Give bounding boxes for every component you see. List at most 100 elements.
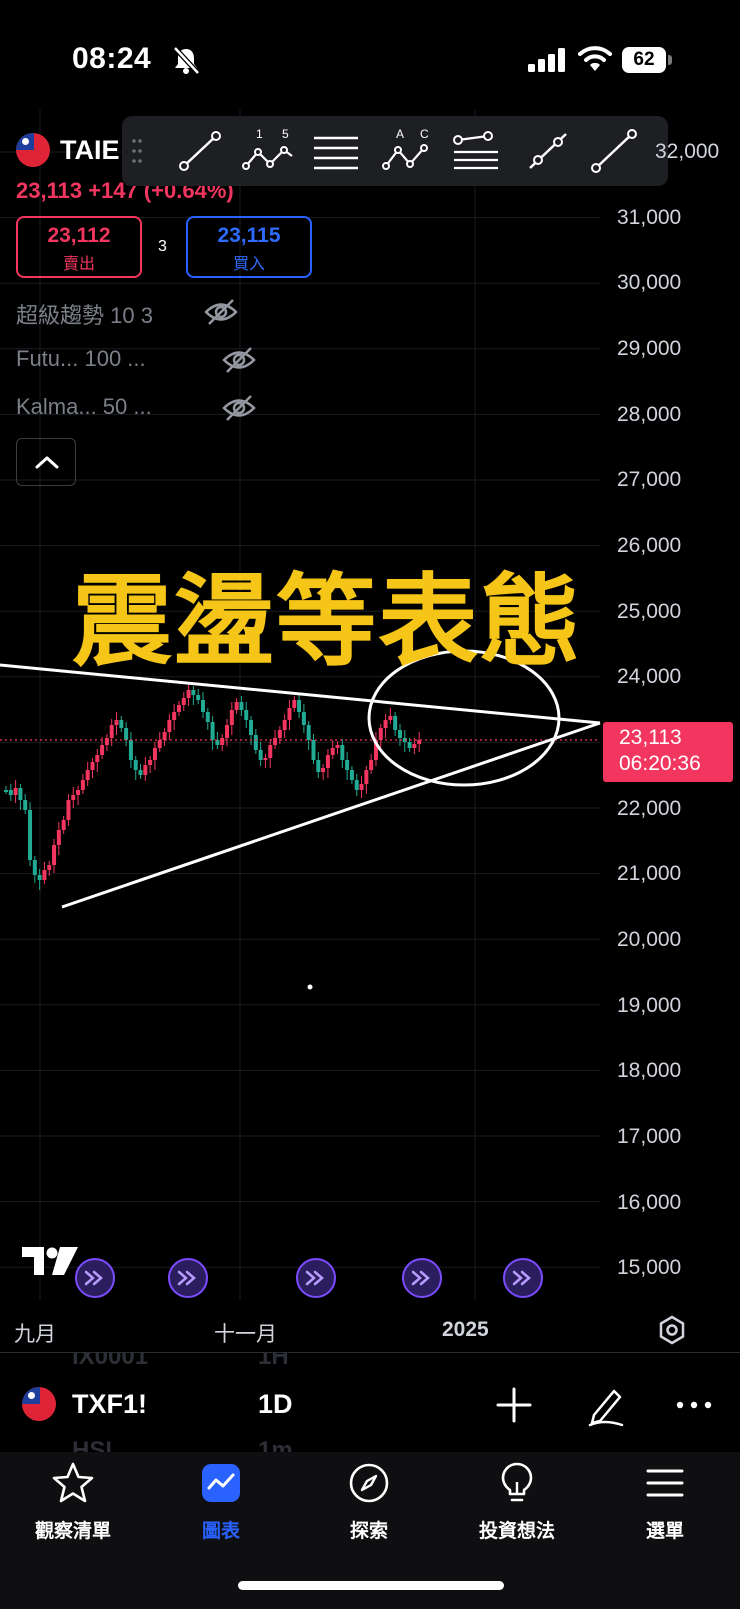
tradingview-logo-icon[interactable] bbox=[22, 1243, 78, 1277]
candle-body bbox=[28, 810, 33, 860]
svg-text:A: A bbox=[396, 127, 404, 141]
fib-retracement-icon[interactable] bbox=[448, 126, 504, 176]
eye-hidden-icon[interactable] bbox=[222, 394, 256, 422]
taiwan-flag-icon bbox=[22, 1387, 56, 1421]
candle-body bbox=[273, 738, 278, 745]
collapse-legend-button[interactable] bbox=[16, 438, 76, 486]
indicator-futu[interactable]: Futu... 100 ... bbox=[16, 346, 146, 372]
candle-body bbox=[56, 830, 61, 845]
sell-label: 賣出 bbox=[62, 256, 95, 273]
xabcd-pattern-icon[interactable]: 1 5 bbox=[240, 126, 296, 176]
economic-event-icon[interactable] bbox=[503, 1258, 543, 1298]
candle-body bbox=[345, 760, 350, 770]
candle-body bbox=[90, 762, 95, 770]
candle-body bbox=[306, 725, 311, 740]
tab-menu[interactable]: 選單 bbox=[605, 1460, 725, 1543]
eye-hidden-icon[interactable] bbox=[222, 346, 256, 374]
add-plus-icon[interactable] bbox=[492, 1383, 536, 1427]
economic-event-icon[interactable] bbox=[402, 1258, 442, 1298]
more-options-icon[interactable] bbox=[672, 1383, 716, 1427]
parallel-channel-icon[interactable] bbox=[308, 126, 364, 176]
ray-icon[interactable] bbox=[520, 126, 576, 176]
candle-body bbox=[162, 732, 167, 740]
symbol-header[interactable]: TAIE bbox=[16, 130, 120, 170]
candle-body bbox=[23, 800, 28, 810]
sell-button[interactable]: 23,112 賣出 bbox=[16, 216, 142, 278]
svg-text:1: 1 bbox=[256, 127, 263, 141]
candle-body bbox=[393, 716, 398, 730]
ghost-symbol-below: HSI bbox=[72, 1437, 113, 1452]
tab-watchlist[interactable]: 觀察清單 bbox=[13, 1460, 133, 1543]
sell-price: 23,112 bbox=[47, 224, 111, 247]
candle-body bbox=[18, 788, 23, 800]
candle-body bbox=[191, 690, 196, 695]
drag-handle-icon[interactable] bbox=[132, 138, 142, 164]
trend-line-icon[interactable] bbox=[172, 126, 228, 176]
candle-body bbox=[388, 716, 393, 720]
candle-body bbox=[71, 795, 76, 800]
eye-hidden-icon[interactable] bbox=[204, 298, 238, 326]
wifi-icon bbox=[578, 46, 612, 71]
candle-body bbox=[321, 768, 326, 772]
symbol-selector[interactable]: TXF1! bbox=[72, 1389, 147, 1420]
economic-event-icon[interactable] bbox=[75, 1258, 115, 1298]
candle-body bbox=[66, 800, 71, 820]
candle-body bbox=[325, 755, 330, 768]
drawing-toolbar: 1 5 A C bbox=[122, 116, 668, 186]
candle-body bbox=[292, 700, 297, 708]
candle-body bbox=[311, 740, 316, 760]
fast-forward-icon bbox=[411, 1270, 430, 1286]
candle-body bbox=[249, 720, 254, 735]
bar-countdown: 06:20:36 bbox=[619, 752, 701, 775]
abcd-pattern-icon[interactable]: A C bbox=[378, 126, 434, 176]
candle-body bbox=[369, 760, 374, 770]
ghost-interval-above: 1H bbox=[258, 1352, 289, 1370]
stray-dot bbox=[307, 984, 313, 990]
candle-body bbox=[220, 738, 225, 745]
candle-body bbox=[282, 720, 287, 730]
candle-body bbox=[277, 730, 282, 738]
symbol-bar: IX0001 1H HSI 1m TXF1! 1D bbox=[0, 1352, 740, 1452]
bell-muted-icon bbox=[173, 46, 200, 75]
candle-body bbox=[128, 740, 133, 760]
candle-body bbox=[229, 710, 234, 725]
spread-value: 3 bbox=[158, 238, 167, 255]
compass-icon bbox=[349, 1463, 389, 1503]
tab-label: 探索 bbox=[349, 1521, 388, 1542]
chevron-up-icon bbox=[35, 456, 59, 469]
fast-forward-icon bbox=[512, 1270, 531, 1286]
svg-text:5: 5 bbox=[282, 127, 289, 141]
settings-hexagon-icon[interactable] bbox=[656, 1314, 688, 1346]
drawing-pen-icon[interactable] bbox=[584, 1383, 628, 1427]
economic-event-icon[interactable] bbox=[168, 1258, 208, 1298]
candle-body bbox=[397, 730, 402, 738]
candle-body bbox=[412, 744, 417, 748]
candle-body bbox=[104, 738, 109, 745]
candle-body bbox=[258, 750, 263, 760]
price-axis-label: 28,000 bbox=[617, 403, 682, 426]
candle-body bbox=[42, 870, 47, 880]
extended-line-icon[interactable] bbox=[586, 126, 642, 176]
price-axis-label: 21,000 bbox=[617, 862, 682, 885]
battery-indicator: 62 bbox=[622, 47, 666, 73]
indicator-supertrend[interactable]: 超級趨勢 10 3 bbox=[16, 298, 153, 330]
tab-explore[interactable]: 探索 bbox=[309, 1460, 429, 1543]
tab-ideas[interactable]: 投資想法 bbox=[457, 1460, 577, 1543]
candle-body bbox=[205, 712, 210, 722]
current-price-tag: 23,113 06:20:36 bbox=[603, 722, 733, 782]
signal-icon bbox=[528, 48, 565, 72]
price-axis-label: 22,000 bbox=[617, 797, 682, 820]
battery-tip bbox=[668, 55, 672, 65]
price-axis-label: 15,000 bbox=[617, 1256, 682, 1279]
indicator-kalman[interactable]: Kalma... 50 ... bbox=[16, 394, 152, 420]
tab-chart[interactable]: 圖表 bbox=[161, 1460, 281, 1543]
candle-body bbox=[114, 720, 119, 725]
interval-selector[interactable]: 1D bbox=[258, 1389, 293, 1420]
candle-body bbox=[8, 790, 13, 795]
buy-button[interactable]: 23,115 買入 bbox=[186, 216, 312, 278]
candle-body bbox=[200, 700, 205, 712]
candle-body bbox=[268, 745, 273, 758]
price-axis-label: 31,000 bbox=[617, 206, 682, 229]
home-indicator bbox=[238, 1581, 504, 1590]
economic-event-icon[interactable] bbox=[296, 1258, 336, 1298]
